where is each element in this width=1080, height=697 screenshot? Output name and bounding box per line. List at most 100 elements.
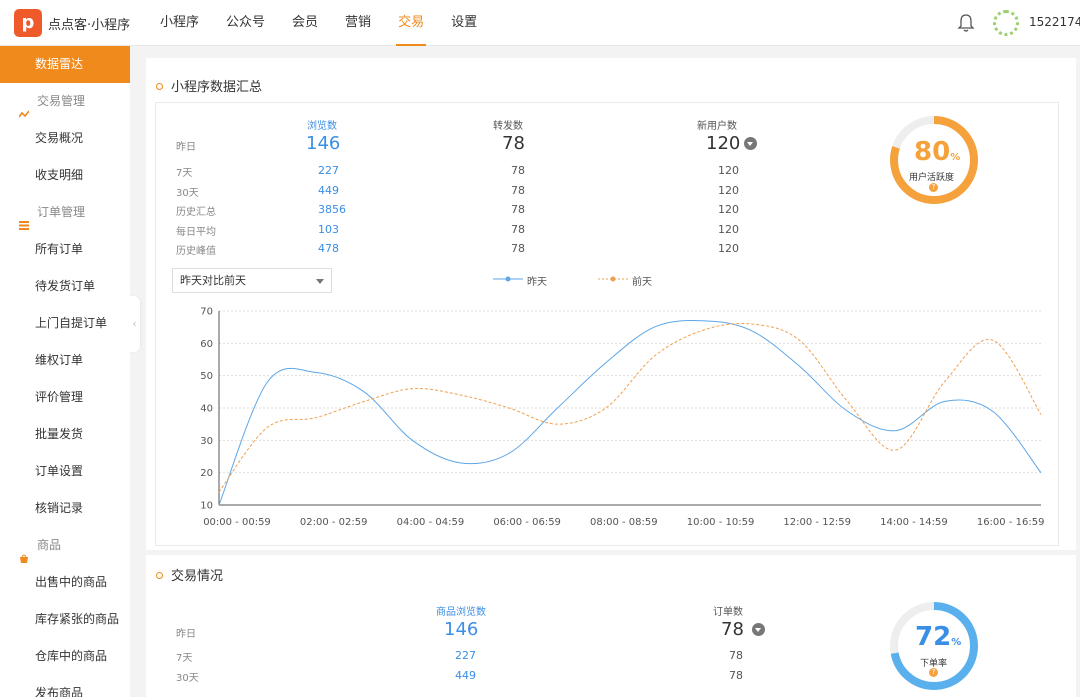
sidebar-collapse-button[interactable]: ‹ [129,296,140,352]
x-tick-label: 16:00 - 16:59 [977,517,1045,528]
row-value: 103 [318,222,339,236]
y-tick-label: 40 [200,404,213,415]
sidebar-item[interactable]: 评价管理 [0,379,130,416]
trade-title: 交易情况 [156,565,223,584]
nav-item[interactable]: 会员 [292,0,318,46]
sidebar-item[interactable]: 核销记录 [0,490,130,527]
yesterday-views: 146 [306,133,341,154]
header-product-views: 商品浏览数 [436,607,486,618]
y-tick-label: 70 [200,307,213,318]
sidebar-item[interactable]: 上门自提订单 [0,305,130,342]
top-bar: p 点点客·小程序 小程序公众号会员营销交易设置 15221744 [0,0,1080,46]
sidebar-group[interactable]: 商品 [0,527,130,564]
avatar[interactable] [993,10,1019,36]
yesterday-label: 昨日 [176,142,196,153]
sidebar-group[interactable]: 交易管理 [0,83,130,120]
header-views: 浏览数 [307,121,337,132]
row-value: 120 [718,222,739,236]
nav-item[interactable]: 设置 [451,0,477,46]
sidebar: 数据雷达交易管理交易概况 收支明细订单管理所有订单 待发货订单 上门自提订单 维权订单评… [0,46,130,697]
legend-swatch-yesterday [493,276,523,282]
app-logo[interactable]: p [14,9,42,37]
app-name: 点点客·小程序 [48,18,131,33]
row-value: 78 [511,164,525,177]
sidebar-item[interactable]: 仓库中的商品 [0,638,130,675]
nav-item[interactable]: 小程序 [160,0,199,46]
help-icon[interactable]: ? [929,183,938,192]
activity-gauge-value: 80% [914,137,961,167]
trend-icon [18,97,30,118]
row-label: 7天 [176,168,193,179]
row-value: 449 [455,668,476,682]
x-tick-label: 12:00 - 12:59 [783,517,851,528]
legend-label-day-before[interactable]: 前天 [632,273,652,288]
row-value: 78 [511,222,525,236]
sidebar-item[interactable]: 维权订单 [0,342,130,379]
x-tick-label: 02:00 - 02:59 [300,517,368,528]
series-line-1[interactable] [218,323,1042,493]
x-tick-label: 06:00 - 06:59 [493,517,561,528]
expand-down-icon[interactable] [752,623,765,636]
sidebar-item[interactable]: 交易概况 [0,120,130,157]
row-value: 120 [718,242,739,255]
goods-icon [19,541,29,563]
nav-item[interactable]: 营销 [345,0,371,46]
row-value: 78 [729,649,743,662]
row-label: 历史峰值 [176,246,216,257]
row-label: 每日平均 [176,226,216,238]
y-tick-label: 20 [200,468,213,479]
row-label: 历史汇总 [176,207,216,218]
header-new-users: 新用户数 [697,121,737,132]
trade-yesterday-label: 昨日 [176,629,196,640]
sidebar-group-label: 交易管理 [37,94,86,108]
help-icon[interactable]: ? [929,668,938,677]
trade-yesterday-views: 146 [444,619,479,640]
y-tick-label: 60 [200,339,213,350]
row-value: 449 [318,183,339,197]
sidebar-item[interactable]: 发布商品 [0,675,130,697]
header-orders: 订单数 [713,607,743,618]
nav-item[interactable]: 交易 [396,0,427,46]
row-value: 227 [318,164,339,177]
sidebar-item[interactable]: 出售中的商品 [0,564,130,601]
sidebar-item[interactable]: 批量发货 [0,416,130,453]
row-value: 120 [718,183,739,197]
sidebar-item[interactable]: 待发货订单 [0,268,130,305]
legend-swatch-day-before [598,276,628,282]
chevron-down-icon [316,279,324,284]
compare-select[interactable]: 昨天对比前天 [172,268,332,293]
sidebar-item[interactable]: 所有订单 [0,231,130,268]
sidebar-item[interactable]: 库存紧张的商品 [0,601,130,638]
row-value: 120 [718,164,739,177]
x-tick-label: 04:00 - 04:59 [397,517,465,528]
expand-down-icon[interactable] [744,137,757,150]
sidebar-item[interactable]: 订单设置 [0,453,130,490]
header-shares: 转发数 [493,121,523,132]
x-tick-label: 08:00 - 08:59 [590,517,658,528]
orders-icon [19,208,29,230]
row-label: 7天 [176,653,193,664]
yesterday-new-users: 120 [706,133,741,154]
username[interactable]: 15221744 [1029,15,1080,29]
row-label: 30天 [176,187,199,199]
legend-label-yesterday[interactable]: 昨天 [527,273,547,288]
row-value: 78 [511,203,525,216]
series-line-0[interactable] [218,319,1042,506]
row-value: 3856 [318,203,346,216]
sidebar-group[interactable]: 订单管理 [0,194,130,231]
y-tick-label: 50 [200,371,213,382]
row-value: 78 [729,668,743,682]
main-nav: 小程序 公众号 会员 营销 交易 设置 [160,0,504,46]
x-tick-label: 00:00 - 00:59 [203,517,271,528]
trade-yesterday-orders: 78 [721,619,744,640]
sidebar-item[interactable]: 数据雷达 [0,46,130,83]
activity-gauge-label: 用户活跃度 [909,173,955,183]
nav-item[interactable]: 公众号 [226,0,265,46]
bell-icon[interactable] [957,13,975,33]
row-value: 120 [718,203,739,216]
y-tick-label: 10 [200,501,213,512]
line-chart: 10 20 30 40 50 60 70 00:00 - 00:59 02:00 - 02:59… [200,307,1045,529]
row-label: 30天 [176,672,199,684]
sidebar-group-label: 订单管理 [37,205,86,219]
sidebar-item[interactable]: 收支明细 [0,157,130,194]
